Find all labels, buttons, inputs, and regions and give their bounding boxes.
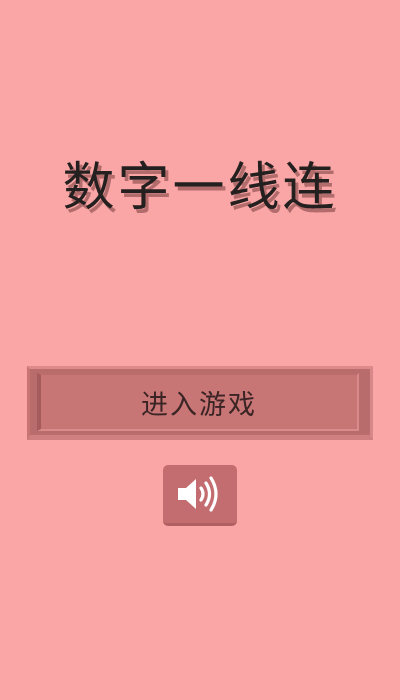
- main-menu-screen: 数字一线连 进入游戏: [0, 0, 400, 700]
- start-game-button-face: 进入游戏: [37, 373, 359, 431]
- speaker-volume-icon: [174, 474, 226, 514]
- start-game-label: 进入游戏: [141, 389, 257, 421]
- game-title: 数字一线连: [62, 158, 338, 218]
- start-game-button[interactable]: 进入游戏: [27, 366, 373, 440]
- sound-toggle-button[interactable]: [163, 465, 237, 526]
